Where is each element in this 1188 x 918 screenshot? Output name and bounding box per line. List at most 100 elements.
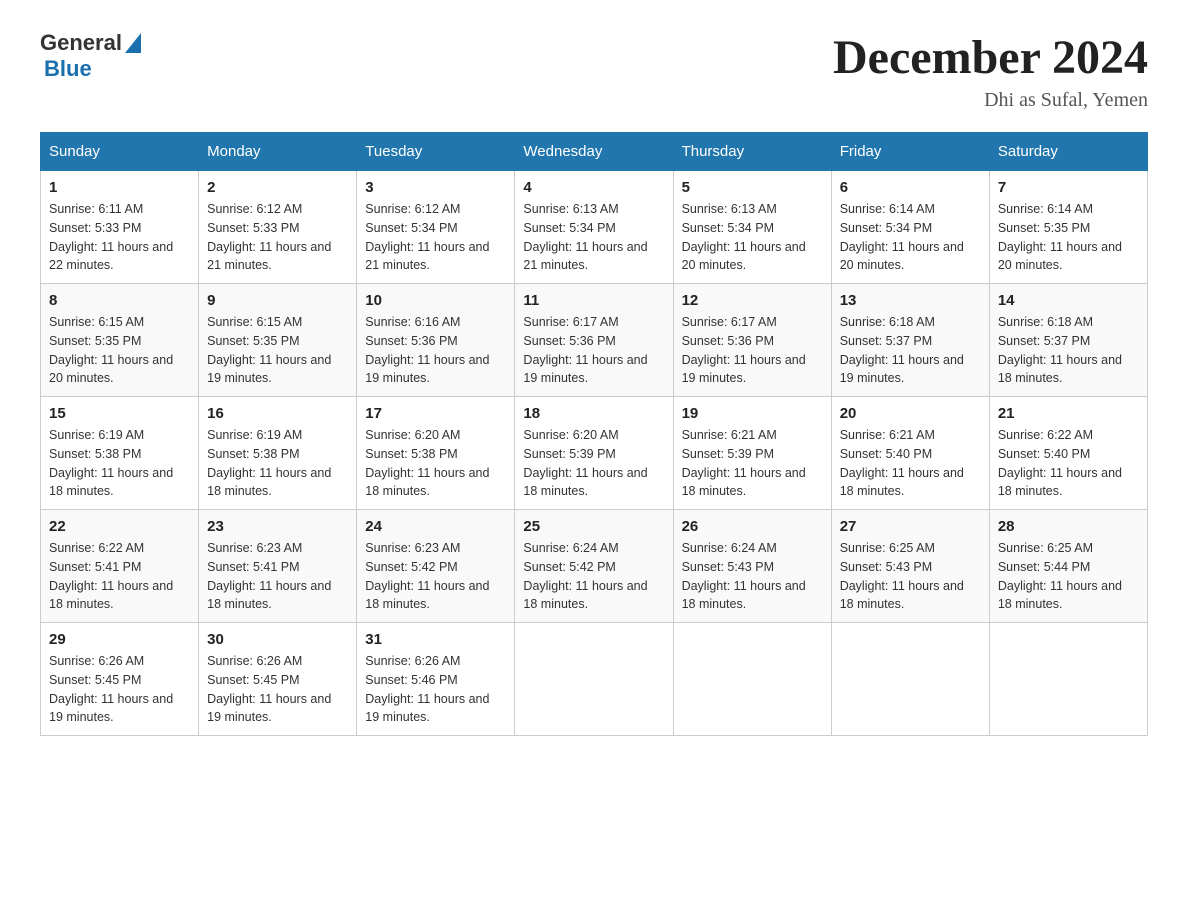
calendar-cell: 14 Sunrise: 6:18 AMSunset: 5:37 PMDayligh… — [989, 284, 1147, 397]
logo: General Blue — [40, 30, 141, 82]
day-info: Sunrise: 6:14 AMSunset: 5:35 PMDaylight:… — [998, 200, 1139, 275]
day-info: Sunrise: 6:18 AMSunset: 5:37 PMDaylight:… — [998, 313, 1139, 388]
calendar-cell: 22Sunrise: 6:22 AMSunset: 5:41 PMDayligh… — [41, 510, 199, 623]
calendar-cell: 15Sunrise: 6:19 AMSunset: 5:38 PMDayligh… — [41, 397, 199, 510]
logo-general-text: General — [40, 30, 122, 56]
day-info: Sunrise: 6:22 AMSunset: 5:41 PMDaylight:… — [49, 539, 190, 614]
day-number: 25 — [523, 518, 664, 535]
day-number: 20 — [840, 405, 981, 422]
day-number: 12 — [682, 292, 823, 309]
calendar-cell: 19 Sunrise: 6:21 AMSunset: 5:39 PMDayligh… — [673, 397, 831, 510]
calendar-cell: 7 Sunrise: 6:14 AMSunset: 5:35 PMDaylight… — [989, 171, 1147, 284]
calendar-cell: 9Sunrise: 6:15 AMSunset: 5:35 PMDaylight… — [199, 284, 357, 397]
calendar-cell: 29 Sunrise: 6:26 AMSunset: 5:45 PMDayligh… — [41, 623, 199, 736]
day-number: 4 — [523, 179, 664, 196]
day-number: 10 — [365, 292, 506, 309]
main-title: December 2024 — [833, 30, 1148, 85]
day-number: 5 — [682, 179, 823, 196]
calendar-cell: 31Sunrise: 6:26 AMSunset: 5:46 PMDayligh… — [357, 623, 515, 736]
day-header-monday: Monday — [199, 133, 357, 171]
day-number: 11 — [523, 292, 664, 309]
calendar-cell: 2 Sunrise: 6:12 AMSunset: 5:33 PMDaylight… — [199, 171, 357, 284]
day-number: 19 — [682, 405, 823, 422]
day-info: Sunrise: 6:12 AMSunset: 5:34 PMDaylight:… — [365, 200, 506, 275]
day-info: Sunrise: 6:23 AMSunset: 5:42 PMDaylight:… — [365, 539, 506, 614]
calendar-cell — [673, 623, 831, 736]
calendar-cell: 20 Sunrise: 6:21 AMSunset: 5:40 PMDayligh… — [831, 397, 989, 510]
day-number: 29 — [49, 631, 190, 648]
day-number: 7 — [998, 179, 1139, 196]
day-number: 27 — [840, 518, 981, 535]
day-number: 21 — [998, 405, 1139, 422]
title-block: December 2024 Dhi as Sufal, Yemen — [833, 30, 1148, 112]
day-info: Sunrise: 6:24 AMSunset: 5:43 PMDaylight:… — [682, 539, 823, 614]
day-header-thursday: Thursday — [673, 133, 831, 171]
day-info: Sunrise: 6:17 AMSunset: 5:36 PMDaylight:… — [523, 313, 664, 388]
calendar-cell: 16 Sunrise: 6:19 AMSunset: 5:38 PMDayligh… — [199, 397, 357, 510]
week-row-2: 8 Sunrise: 6:15 AMSunset: 5:35 PMDaylight… — [41, 284, 1148, 397]
calendar-cell — [989, 623, 1147, 736]
day-number: 1 — [49, 179, 190, 196]
day-info: Sunrise: 6:21 AMSunset: 5:40 PMDaylight:… — [840, 426, 981, 501]
calendar-cell: 18Sunrise: 6:20 AMSunset: 5:39 PMDayligh… — [515, 397, 673, 510]
day-number: 18 — [523, 405, 664, 422]
day-info: Sunrise: 6:18 AMSunset: 5:37 PMDaylight:… — [840, 313, 981, 388]
day-number: 13 — [840, 292, 981, 309]
calendar-cell — [831, 623, 989, 736]
day-number: 28 — [998, 518, 1139, 535]
day-info: Sunrise: 6:22 AMSunset: 5:40 PMDaylight:… — [998, 426, 1139, 501]
day-number: 2 — [207, 179, 348, 196]
day-number: 3 — [365, 179, 506, 196]
week-row-5: 29 Sunrise: 6:26 AMSunset: 5:45 PMDayligh… — [41, 623, 1148, 736]
calendar-cell: 28 Sunrise: 6:25 AMSunset: 5:44 PMDayligh… — [989, 510, 1147, 623]
day-number: 26 — [682, 518, 823, 535]
page-header: General Blue December 2024 Dhi as Sufal,… — [40, 30, 1148, 112]
calendar-cell: 30 Sunrise: 6:26 AMSunset: 5:45 PMDayligh… — [199, 623, 357, 736]
day-number: 16 — [207, 405, 348, 422]
day-info: Sunrise: 6:26 AMSunset: 5:45 PMDaylight:… — [49, 652, 190, 727]
calendar-cell: 4Sunrise: 6:13 AMSunset: 5:34 PMDaylight… — [515, 171, 673, 284]
day-header-saturday: Saturday — [989, 133, 1147, 171]
calendar-cell: 11 Sunrise: 6:17 AMSunset: 5:36 PMDayligh… — [515, 284, 673, 397]
calendar-cell: 5 Sunrise: 6:13 AMSunset: 5:34 PMDaylight… — [673, 171, 831, 284]
day-number: 6 — [840, 179, 981, 196]
day-info: Sunrise: 6:13 AMSunset: 5:34 PMDaylight:… — [682, 200, 823, 275]
calendar-cell: 6 Sunrise: 6:14 AMSunset: 5:34 PMDaylight… — [831, 171, 989, 284]
calendar-cell: 13 Sunrise: 6:18 AMSunset: 5:37 PMDayligh… — [831, 284, 989, 397]
calendar-cell: 24Sunrise: 6:23 AMSunset: 5:42 PMDayligh… — [357, 510, 515, 623]
day-info: Sunrise: 6:16 AMSunset: 5:36 PMDaylight:… — [365, 313, 506, 388]
day-info: Sunrise: 6:26 AMSunset: 5:45 PMDaylight:… — [207, 652, 348, 727]
calendar-cell: 26 Sunrise: 6:24 AMSunset: 5:43 PMDayligh… — [673, 510, 831, 623]
day-info: Sunrise: 6:25 AMSunset: 5:43 PMDaylight:… — [840, 539, 981, 614]
day-info: Sunrise: 6:15 AMSunset: 5:35 PMDaylight:… — [49, 313, 190, 388]
day-info: Sunrise: 6:11 AMSunset: 5:33 PMDaylight:… — [49, 200, 190, 275]
week-row-3: 15 Sunrise: 6:19 AMSunset: 5:38 PMDayligh… — [41, 397, 1148, 510]
calendar-cell: 1 Sunrise: 6:11 AMSunset: 5:33 PMDaylight… — [41, 171, 199, 284]
day-number: 8 — [49, 292, 190, 309]
day-info: Sunrise: 6:25 AMSunset: 5:44 PMDaylight:… — [998, 539, 1139, 614]
calendar-cell: 3 Sunrise: 6:12 AMSunset: 5:34 PMDaylight… — [357, 171, 515, 284]
day-info: Sunrise: 6:15 AMSunset: 5:35 PMDaylight:… — [207, 313, 348, 388]
day-number: 15 — [49, 405, 190, 422]
calendar-cell: 8 Sunrise: 6:15 AMSunset: 5:35 PMDaylight… — [41, 284, 199, 397]
logo-blue-text: Blue — [44, 56, 92, 81]
day-header-sunday: Sunday — [41, 133, 199, 171]
day-info: Sunrise: 6:26 AMSunset: 5:46 PMDaylight:… — [365, 652, 506, 727]
day-info: Sunrise: 6:20 AMSunset: 5:38 PMDaylight:… — [365, 426, 506, 501]
day-info: Sunrise: 6:17 AMSunset: 5:36 PMDaylight:… — [682, 313, 823, 388]
day-info: Sunrise: 6:19 AMSunset: 5:38 PMDaylight:… — [207, 426, 348, 501]
week-row-4: 22Sunrise: 6:22 AMSunset: 5:41 PMDayligh… — [41, 510, 1148, 623]
day-header-wednesday: Wednesday — [515, 133, 673, 171]
day-info: Sunrise: 6:21 AMSunset: 5:39 PMDaylight:… — [682, 426, 823, 501]
calendar-cell: 25Sunrise: 6:24 AMSunset: 5:42 PMDayligh… — [515, 510, 673, 623]
logo-triangle-icon — [125, 33, 141, 58]
calendar-cell: 23Sunrise: 6:23 AMSunset: 5:41 PMDayligh… — [199, 510, 357, 623]
day-info: Sunrise: 6:12 AMSunset: 5:33 PMDaylight:… — [207, 200, 348, 275]
day-number: 23 — [207, 518, 348, 535]
subtitle: Dhi as Sufal, Yemen — [833, 89, 1148, 112]
day-info: Sunrise: 6:14 AMSunset: 5:34 PMDaylight:… — [840, 200, 981, 275]
day-header-tuesday: Tuesday — [357, 133, 515, 171]
day-number: 30 — [207, 631, 348, 648]
day-number: 14 — [998, 292, 1139, 309]
calendar-cell: 12 Sunrise: 6:17 AMSunset: 5:36 PMDayligh… — [673, 284, 831, 397]
